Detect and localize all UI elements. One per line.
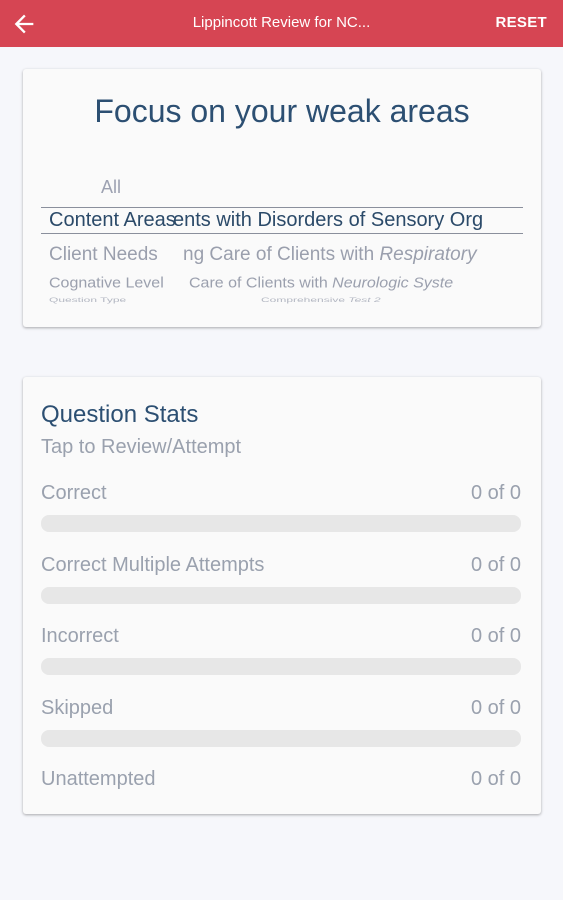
stat-row-skipped[interactable]: Skipped 0 of 0 (41, 697, 521, 753)
stat-value: 0 of 0 (470, 625, 521, 647)
focus-title: Focus on your weak areas (94, 93, 470, 129)
question-stats-card: Question Stats Tap to Review/Attempt Cor… (23, 377, 541, 814)
back-button[interactable] (6, 6, 42, 42)
arrow-left-icon (14, 14, 34, 34)
stat-value: 0 of 0 (470, 697, 521, 719)
stat-label: Unattempted (41, 768, 156, 790)
stats-title: Question Stats (41, 401, 199, 428)
stat-value: 0 of 0 (470, 554, 521, 576)
stat-label: Correct (41, 482, 107, 504)
filter-type-option-selected[interactable]: Content Areas (49, 209, 176, 232)
filter-type-option[interactable]: Client Needs (49, 244, 158, 266)
app-bar: Lippincott Review for NC... RESET (0, 0, 563, 47)
stat-row-unattempted[interactable]: Unattempted 0 of 0 (41, 768, 521, 824)
filter-type-option[interactable]: Cognative Level (49, 276, 164, 292)
stat-label: Skipped (41, 697, 114, 719)
filter-type-option[interactable]: All (101, 177, 121, 198)
stat-progress-bar (41, 515, 521, 532)
filter-value-text-italic: Neurologic Syste (332, 275, 454, 292)
filter-value-option-selected[interactable]: ents with Disorders of Sensory Org (173, 209, 483, 232)
filter-value-text: Care of Clients with (189, 275, 333, 292)
stat-label: Correct Multiple Attempts (41, 554, 265, 576)
stat-progress-bar (41, 587, 521, 604)
filter-value-text: ents with Disorders of Sensory Org (173, 209, 484, 231)
stat-row-incorrect[interactable]: Incorrect 0 of 0 (41, 625, 521, 681)
focus-card: Focus on your weak areas All Content Are… (23, 69, 541, 327)
filter-value-option[interactable]: Comprehensive Test 2 (261, 296, 381, 304)
stat-label: Incorrect (41, 625, 119, 647)
reset-button[interactable]: RESET (495, 14, 547, 31)
filter-value-option[interactable]: ng Care of Clients with Respiratory (183, 244, 477, 266)
stat-value: 0 of 0 (470, 768, 521, 790)
filter-type-label: Cognative Level (49, 275, 164, 292)
stat-progress-bar (41, 658, 521, 675)
stats-subtitle: Tap to Review/Attempt (41, 436, 242, 458)
filter-value-text-italic: Respiratory (379, 244, 477, 265)
stat-row-correct-multiple[interactable]: Correct Multiple Attempts 0 of 0 (41, 554, 521, 610)
stat-progress-bar (41, 730, 521, 747)
picker-selection-bottom-line (41, 233, 523, 234)
stat-row-correct[interactable]: Correct 0 of 0 (41, 482, 521, 538)
app-title: Lippincott Review for NC... (192, 14, 371, 31)
weak-area-picker[interactable]: All Content Areas Client Needs Cognative… (41, 169, 523, 309)
filter-value-text: ng Care of Clients with (183, 244, 380, 265)
filter-type-option[interactable]: Question Type (49, 296, 126, 304)
picker-selection-top-line (41, 207, 523, 208)
filter-value-text: Comprehensive (261, 296, 349, 304)
stat-value: 0 of 0 (470, 482, 521, 504)
filter-value-option[interactable]: Care of Clients with Neurologic Syste (189, 276, 453, 292)
filter-value-text-italic: Test 2 (348, 296, 381, 304)
